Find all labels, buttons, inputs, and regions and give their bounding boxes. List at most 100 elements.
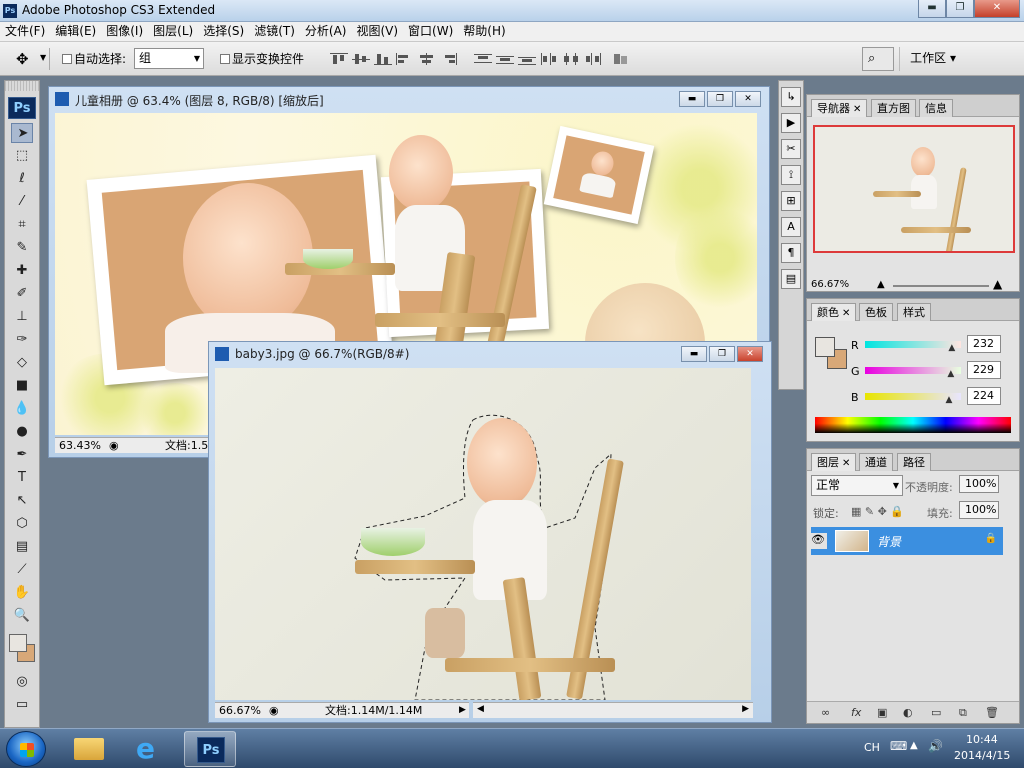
character-panel-icon[interactable]: A [781,217,801,237]
color-spectrum[interactable] [815,417,1011,433]
taskbar-photoshop[interactable]: Ps [184,731,236,767]
history-panel-icon[interactable]: ↳ [781,87,801,107]
actions-panel-icon[interactable]: ▶ [781,113,801,133]
tab-histogram[interactable]: 直方图 [871,99,916,117]
new-group-icon[interactable]: ▭ [931,706,941,719]
horizontal-scrollbar[interactable]: ◀ ▶ [473,702,753,718]
align-left-icon[interactable] [396,53,414,65]
menu-layer[interactable]: 图层(L) [148,22,198,41]
screen-mode-button[interactable]: ▭ [11,695,33,715]
language-indicator[interactable]: CH [864,741,880,754]
eyedropper-tool[interactable]: ⟋ [11,560,33,580]
menu-filter[interactable]: 滤镜(T) [249,22,300,41]
quick-mask-button[interactable]: ◎ [11,672,33,692]
start-button[interactable] [6,731,46,767]
tray-expand-icon[interactable]: ▲ [910,740,918,751]
notes-tool[interactable]: ▤ [11,537,33,557]
healing-brush-tool[interactable]: ✚ [11,261,33,281]
doc-close-button[interactable]: ✕ [737,346,763,362]
pen-tool[interactable]: ✒ [11,445,33,465]
eye-icon[interactable]: 👁 [809,533,827,549]
menu-select[interactable]: 选择(S) [198,22,249,41]
hand-tool[interactable]: ✋ [11,583,33,603]
tool-presets-icon[interactable]: ✂ [781,139,801,159]
scroll-left-icon[interactable]: ◀ [477,704,484,714]
distribute-bottom-icon[interactable] [518,53,536,65]
menu-edit[interactable]: 编辑(E) [50,22,101,41]
tab-paths[interactable]: 路径 [897,453,931,471]
scroll-right-icon[interactable]: ▶ [742,704,749,714]
slice-tool[interactable]: ✎ [11,238,33,258]
g-value-input[interactable]: 229 [967,361,1001,379]
doc-minimize-button[interactable]: ▬ [681,346,707,362]
close-icon[interactable]: ✕ [842,458,850,469]
document-title-bar[interactable]: 儿童相册 @ 63.4% (图层 8, RGB/8) [缩放后] ▬ ❐ ✕ [49,87,769,111]
distribute-right-icon[interactable] [584,53,602,65]
doc-close-button[interactable]: ✕ [735,91,761,107]
layer-comps-icon[interactable]: ▤ [781,269,801,289]
r-value-input[interactable]: 232 [967,335,1001,353]
lock-options-icon[interactable]: ▦ ✎ ✥ 🔒 [851,505,904,518]
menu-view[interactable]: 视图(V) [351,22,403,41]
layer-style-icon[interactable]: fx [851,706,861,719]
close-icon[interactable]: ✕ [853,104,861,115]
fill-input[interactable]: 100% [959,501,999,519]
close-button[interactable]: ✕ [974,0,1020,18]
slider-thumb[interactable]: ▲ [947,369,954,379]
path-selection-tool[interactable]: ↖ [11,491,33,511]
crop-tool[interactable]: ⌗ [11,215,33,235]
distribute-vcenter-icon[interactable] [496,53,514,65]
eraser-tool[interactable]: ◇ [11,353,33,373]
status-menu-arrow-icon[interactable]: ▶ [459,703,466,718]
move-tool[interactable]: ➤ [11,123,33,143]
restore-button[interactable]: ❐ [946,0,974,18]
close-icon[interactable]: ✕ [842,308,850,319]
clone-source-icon[interactable]: ⊞ [781,191,801,211]
status-arrow-icon[interactable]: ◉ [269,703,279,718]
toolbox-grip[interactable] [5,81,39,91]
tab-color[interactable]: 颜色 ✕ [811,303,857,321]
align-bottom-icon[interactable] [374,53,392,65]
auto-select-checkbox[interactable]: 自动选择: [62,50,126,67]
magic-wand-tool[interactable]: ⁄ [11,192,33,212]
tab-channels[interactable]: 通道 [859,453,893,471]
gradient-tool[interactable]: ■ [11,376,33,396]
clock-time[interactable]: 10:44 [966,733,998,746]
zoom-out-icon[interactable]: ▲ [877,279,885,290]
tab-styles[interactable]: 样式 [897,303,931,321]
new-layer-icon[interactable]: ⧉ [959,706,967,720]
volume-icon[interactable]: 🔊 [928,739,943,753]
keyboard-icon[interactable]: ⌨ [890,739,907,753]
distribute-top-icon[interactable] [474,53,492,65]
align-hcenter-icon[interactable] [418,53,436,65]
tab-info[interactable]: 信息 [919,99,953,117]
link-layers-icon[interactable]: ∞ [821,706,830,719]
b-value-input[interactable]: 224 [967,387,1001,405]
taskbar-explorer[interactable] [62,731,114,767]
color-fg-swatch[interactable] [815,337,835,357]
zoom-in-icon[interactable]: ▲ [993,277,1002,291]
menu-file[interactable]: 文件(F) [0,22,50,41]
tab-layers[interactable]: 图层 ✕ [811,453,857,471]
doc-minimize-button[interactable]: ▬ [679,91,705,107]
clone-stamp-tool[interactable]: ⊥ [11,307,33,327]
zoom-tool[interactable]: 🔍 [11,606,33,626]
photoshop-logo-icon[interactable]: Ps [8,97,36,119]
document-title-bar[interactable]: baby3.jpg @ 66.7%(RGB/8#) ▬ ❐ ✕ [209,342,771,366]
align-vcenter-icon[interactable] [352,53,370,65]
distribute-left-icon[interactable] [540,53,558,65]
navigator-zoom-value[interactable]: 66.67% [811,279,849,290]
zoom-slider[interactable] [893,285,989,287]
align-top-icon[interactable] [330,53,348,65]
doc-restore-button[interactable]: ❐ [709,346,735,362]
type-tool[interactable]: T [11,468,33,488]
adjustment-layer-icon[interactable]: ◐ [903,706,913,719]
zoom-level[interactable]: 63.43% [59,438,101,453]
baby3-canvas[interactable] [215,368,751,700]
history-brush-tool[interactable]: ✑ [11,330,33,350]
menu-analysis[interactable]: 分析(A) [300,22,352,41]
menu-help[interactable]: 帮助(H) [458,22,510,41]
doc-restore-button[interactable]: ❐ [707,91,733,107]
minimize-button[interactable]: ▬ [918,0,946,18]
navigator-preview[interactable] [813,125,1015,253]
